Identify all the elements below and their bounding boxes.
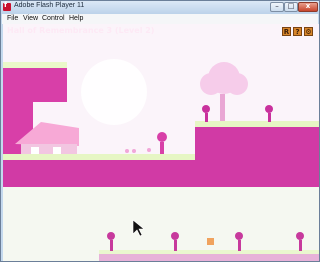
left-ground — [3, 154, 203, 187]
character-upper-2 — [265, 105, 273, 122]
menu-file[interactable]: File — [7, 15, 18, 22]
game-scene — [3, 59, 319, 261]
flowers — [125, 148, 151, 153]
right-raised-ground — [195, 121, 319, 187]
menu-control[interactable]: Control — [42, 15, 65, 22]
menu-bar: File View Control Help — [2, 14, 318, 24]
settings-button[interactable]: ⚙ — [304, 27, 313, 36]
window-title: Adobe Flash Player 11 — [14, 2, 85, 9]
close-icon: x — [305, 2, 311, 10]
gift-box — [207, 238, 214, 245]
title-bar[interactable]: f Adobe Flash Player 11 – □ x — [1, 1, 319, 14]
close-button[interactable]: x — [298, 2, 318, 12]
maximize-icon: □ — [287, 2, 295, 10]
restart-button[interactable]: R — [282, 27, 291, 36]
flash-app-icon: f — [3, 1, 11, 11]
maximize-button[interactable]: □ — [284, 2, 298, 12]
minimize-icon: – — [275, 2, 279, 10]
sun-glow — [81, 59, 147, 125]
menu-help[interactable]: Help — [69, 15, 83, 22]
level-title: Hall of Remembrance 3 (Level 2) — [7, 26, 155, 35]
lower-mist — [3, 187, 319, 261]
help-button[interactable]: ? — [293, 27, 302, 36]
game-canvas[interactable]: Hall of Remembrance 3 (Level 2) R ? ⚙ — [3, 24, 319, 261]
character-upper-1 — [202, 105, 210, 122]
app-window: f Adobe Flash Player 11 – □ x File View … — [0, 0, 320, 262]
minimize-button[interactable]: – — [270, 2, 284, 12]
bottom-floor — [99, 250, 319, 261]
player-character — [157, 132, 167, 154]
menu-view[interactable]: View — [23, 15, 38, 22]
